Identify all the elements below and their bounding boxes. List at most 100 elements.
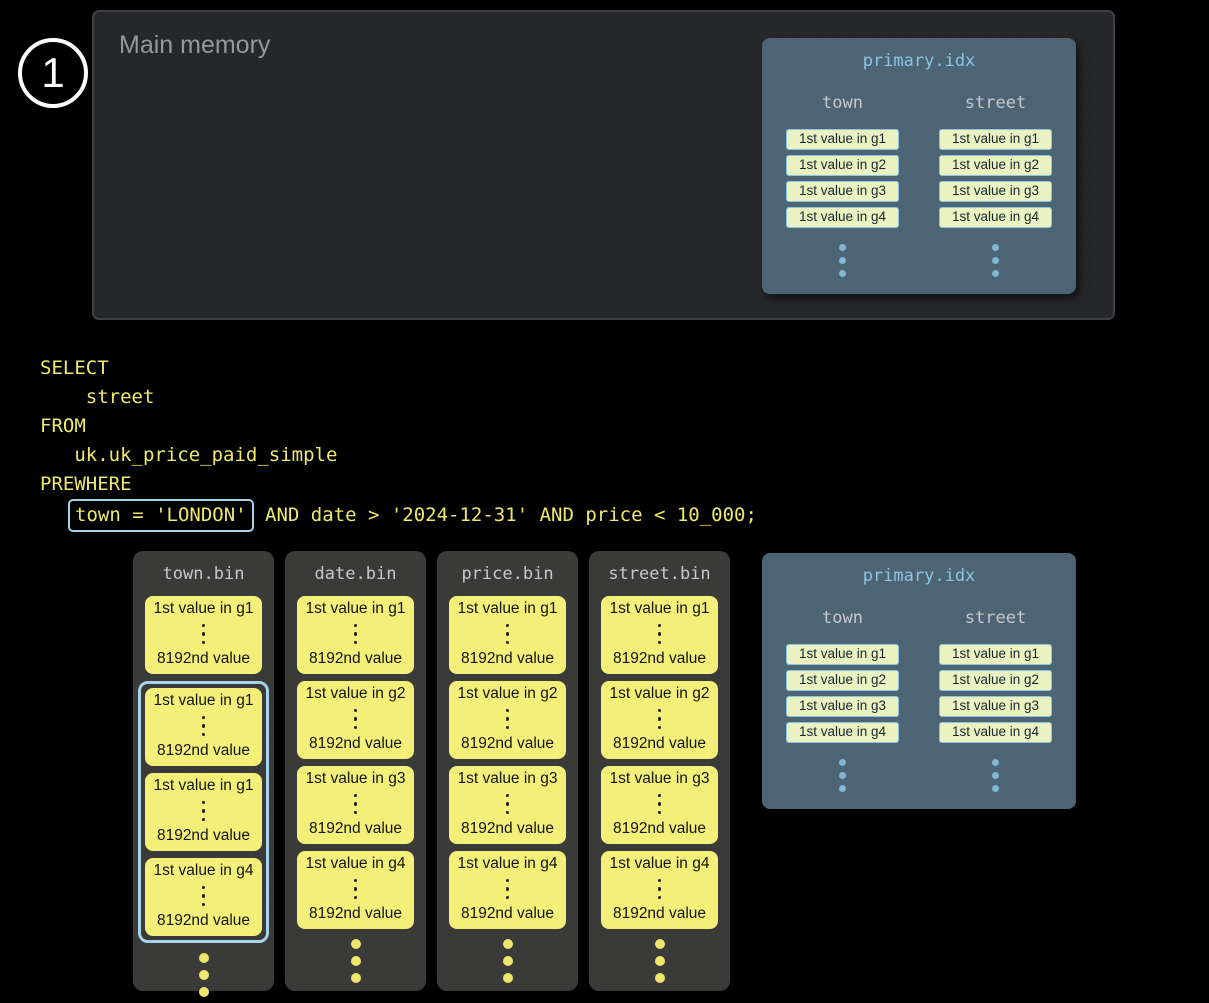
granule-first-value: 1st value in g4 bbox=[458, 855, 558, 873]
granule-last-value: 8192nd value bbox=[157, 912, 250, 930]
granule-last-value: 8192nd value bbox=[309, 650, 402, 668]
granule-ellipsis-icon bbox=[506, 624, 510, 645]
bin-file-title: street.bin bbox=[589, 564, 730, 584]
granule-stack: 1st value in g1 8192nd value 1st value i… bbox=[437, 596, 578, 929]
granule-ellipsis-icon bbox=[202, 886, 206, 907]
granule-last-value: 8192nd value bbox=[613, 820, 706, 838]
sql-line: SELECT bbox=[40, 354, 757, 383]
idx-mark-cell: 1st value in g3 bbox=[939, 696, 1052, 717]
idx-mark-cell: 1st value in g1 bbox=[939, 644, 1052, 665]
sql-line: FROM bbox=[40, 412, 757, 441]
idx-mark-cell: 1st value in g2 bbox=[786, 670, 899, 691]
granule-first-value: 1st value in g1 bbox=[154, 777, 254, 795]
granule-cell: 1st value in g2 8192nd value bbox=[601, 681, 718, 759]
granule-first-value: 1st value in g1 bbox=[610, 600, 710, 618]
granule-ellipsis-icon bbox=[202, 624, 206, 645]
granule-first-value: 1st value in g3 bbox=[458, 770, 558, 788]
granule-first-value: 1st value in g3 bbox=[610, 770, 710, 788]
idx-column-town: town 1st value in g1 1st value in g2 1st… bbox=[786, 93, 899, 277]
granule-ellipsis-icon bbox=[354, 879, 358, 900]
granule-first-value: 1st value in g4 bbox=[610, 855, 710, 873]
idx-column-header: town bbox=[822, 93, 863, 113]
bin-file-title: price.bin bbox=[437, 564, 578, 584]
primary-idx-columns: town 1st value in g1 1st value in g2 1st… bbox=[762, 608, 1076, 792]
prewhere-town-predicate-highlight: town = 'LONDON' bbox=[68, 499, 254, 532]
ellipsis-dots-icon bbox=[839, 759, 846, 792]
ellipsis-dots-icon bbox=[589, 939, 730, 983]
granule-last-value: 8192nd value bbox=[613, 735, 706, 753]
granule-last-value: 8192nd value bbox=[613, 650, 706, 668]
diagram-canvas: 1 Main memory primary.idx town 1st value… bbox=[0, 0, 1209, 1003]
ellipsis-dots-icon bbox=[839, 244, 846, 277]
granule-cell: 1st value in g2 8192nd value bbox=[449, 681, 566, 759]
granule-last-value: 8192nd value bbox=[461, 820, 554, 838]
ellipsis-dots-icon bbox=[992, 759, 999, 792]
idx-column-header: town bbox=[822, 608, 863, 628]
primary-idx-title: primary.idx bbox=[762, 553, 1076, 586]
granule-last-value: 8192nd value bbox=[461, 735, 554, 753]
selected-granules-highlight: 1st value in g1 8192nd value 1st value i… bbox=[138, 681, 269, 943]
granule-last-value: 8192nd value bbox=[157, 827, 250, 845]
sql-line: uk.uk_price_paid_simple bbox=[40, 441, 757, 470]
granule-cell: 1st value in g1 8192nd value bbox=[449, 596, 566, 674]
granule-last-value: 8192nd value bbox=[157, 742, 250, 760]
bin-column-price: price.bin 1st value in g1 8192nd value 1… bbox=[437, 551, 578, 991]
idx-column-street: street 1st value in g1 1st value in g2 1… bbox=[939, 608, 1052, 792]
idx-mark-cell: 1st value in g4 bbox=[786, 207, 899, 228]
granule-ellipsis-icon bbox=[202, 716, 206, 737]
bin-column-date: date.bin 1st value in g1 8192nd value 1s… bbox=[285, 551, 426, 991]
granule-last-value: 8192nd value bbox=[461, 905, 554, 923]
idx-mark-cell: 1st value in g1 bbox=[786, 129, 899, 150]
ellipsis-dots-icon bbox=[437, 939, 578, 983]
sql-query: SELECT street FROM uk.uk_price_paid_simp… bbox=[40, 354, 757, 532]
granule-ellipsis-icon bbox=[354, 709, 358, 730]
idx-column-street: street 1st value in g1 1st value in g2 1… bbox=[939, 93, 1052, 277]
granule-cell: 1st value in g3 8192nd value bbox=[297, 766, 414, 844]
ellipsis-dots-icon bbox=[992, 244, 999, 277]
granule-cell: 1st value in g1 8192nd value bbox=[145, 596, 262, 674]
granule-cell: 1st value in g1 8192nd value bbox=[145, 773, 262, 851]
granule-cell: 1st value in g4 8192nd value bbox=[449, 851, 566, 929]
idx-mark-cell: 1st value in g4 bbox=[939, 207, 1052, 228]
bin-column-street: street.bin 1st value in g1 8192nd value … bbox=[589, 551, 730, 991]
primary-idx-panel-memory: primary.idx town 1st value in g1 1st val… bbox=[762, 38, 1076, 294]
granule-first-value: 1st value in g2 bbox=[306, 685, 406, 703]
primary-idx-columns: town 1st value in g1 1st value in g2 1st… bbox=[762, 93, 1076, 277]
granule-last-value: 8192nd value bbox=[461, 650, 554, 668]
granule-ellipsis-icon bbox=[354, 794, 358, 815]
primary-idx-title: primary.idx bbox=[762, 38, 1076, 71]
granule-first-value: 1st value in g1 bbox=[154, 692, 254, 710]
granule-ellipsis-icon bbox=[354, 624, 358, 645]
step-1-badge: 1 bbox=[18, 38, 88, 108]
column-files-row: town.bin 1st value in g1 8192nd value 1s… bbox=[133, 551, 730, 991]
granule-ellipsis-icon bbox=[658, 879, 662, 900]
primary-idx-panel-disk: primary.idx town 1st value in g1 1st val… bbox=[762, 553, 1076, 809]
granule-ellipsis-icon bbox=[658, 624, 662, 645]
idx-mark-cell: 1st value in g3 bbox=[939, 181, 1052, 202]
granule-first-value: 1st value in g3 bbox=[306, 770, 406, 788]
idx-mark-cell: 1st value in g2 bbox=[939, 670, 1052, 691]
ellipsis-dots-icon bbox=[133, 953, 274, 997]
granule-last-value: 8192nd value bbox=[309, 905, 402, 923]
idx-mark-cell: 1st value in g2 bbox=[786, 155, 899, 176]
idx-column-town: town 1st value in g1 1st value in g2 1st… bbox=[786, 608, 899, 792]
granule-ellipsis-icon bbox=[506, 794, 510, 815]
idx-mark-cell: 1st value in g3 bbox=[786, 696, 899, 717]
granule-first-value: 1st value in g1 bbox=[306, 600, 406, 618]
granule-ellipsis-icon bbox=[202, 801, 206, 822]
idx-mark-cell: 1st value in g4 bbox=[939, 722, 1052, 743]
granule-stack: 1st value in g1 8192nd value 1st value i… bbox=[133, 596, 274, 943]
bin-column-town: town.bin 1st value in g1 8192nd value 1s… bbox=[133, 551, 274, 991]
granule-cell: 1st value in g1 8192nd value bbox=[297, 596, 414, 674]
granule-last-value: 8192nd value bbox=[309, 820, 402, 838]
granule-ellipsis-icon bbox=[506, 879, 510, 900]
idx-mark-cell: 1st value in g1 bbox=[939, 129, 1052, 150]
granule-stack: 1st value in g1 8192nd value 1st value i… bbox=[285, 596, 426, 929]
granule-last-value: 8192nd value bbox=[309, 735, 402, 753]
granule-cell: 1st value in g3 8192nd value bbox=[449, 766, 566, 844]
granule-ellipsis-icon bbox=[506, 709, 510, 730]
granule-last-value: 8192nd value bbox=[613, 905, 706, 923]
idx-column-header: street bbox=[965, 608, 1026, 628]
granule-ellipsis-icon bbox=[658, 794, 662, 815]
idx-mark-cell: 1st value in g3 bbox=[786, 181, 899, 202]
